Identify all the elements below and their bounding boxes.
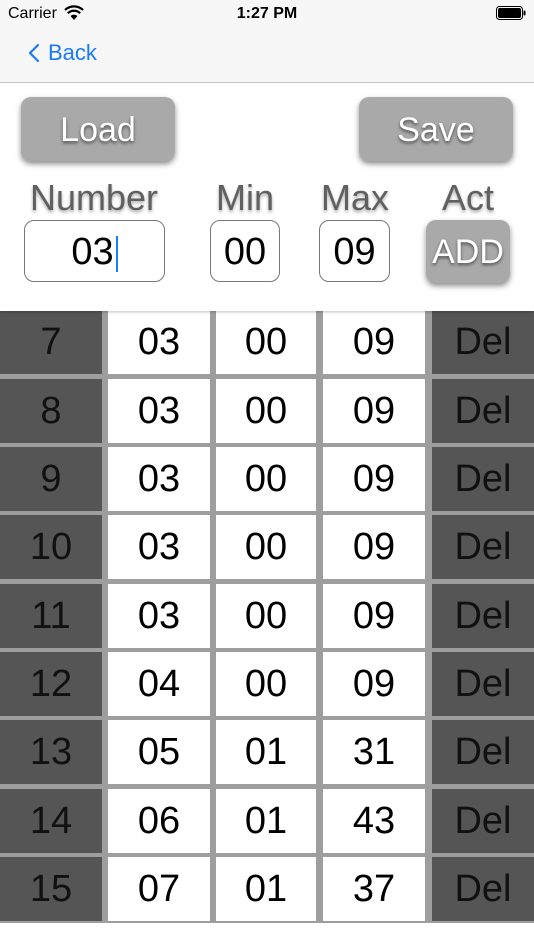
row-number-value: 06 (108, 788, 210, 853)
row-number-value: 03 (108, 378, 210, 443)
row-number-value: 03 (108, 583, 210, 648)
table-row: 8 03 00 09 Del (0, 376, 534, 445)
row-index: 9 (0, 446, 102, 511)
row-min-value: 00 (216, 378, 316, 443)
delete-button[interactable]: Del (432, 515, 534, 580)
row-number-value: 03 (108, 310, 210, 375)
row-index: 12 (0, 651, 102, 716)
row-index: 15 (0, 856, 102, 921)
back-label: Back (48, 40, 97, 65)
table-row: 9 03 00 09 Del (0, 444, 534, 514)
status-bar: Carrier 1:27 PM (0, 0, 534, 30)
table-row: 14 06 01 43 Del (0, 786, 534, 855)
number-input[interactable]: 03 (24, 220, 165, 282)
row-max-value: 09 (323, 310, 425, 375)
back-button[interactable]: Back (28, 40, 97, 66)
save-button[interactable]: Save (359, 97, 513, 161)
act-label: Act (441, 177, 494, 218)
number-label: Number (29, 177, 159, 218)
load-button[interactable]: Load (21, 97, 175, 161)
navigation-bar: Back (0, 30, 534, 83)
row-index: 13 (0, 720, 102, 785)
add-button[interactable]: ADD (426, 220, 510, 283)
chevron-left-icon (28, 43, 40, 63)
row-index: 8 (0, 378, 102, 443)
delete-button[interactable]: Del (432, 310, 534, 375)
row-number-value: 05 (108, 720, 210, 785)
row-min-value: 01 (216, 720, 316, 785)
battery-icon (496, 6, 526, 20)
delete-button[interactable]: Del (432, 788, 534, 853)
row-min-value: 00 (216, 583, 316, 648)
row-max-value: 31 (323, 720, 425, 785)
min-input[interactable]: 00 (210, 220, 280, 282)
row-max-value: 43 (323, 788, 425, 853)
row-max-value: 09 (323, 515, 425, 580)
row-max-value: 09 (323, 651, 425, 716)
delete-button[interactable]: Del (432, 583, 534, 648)
status-time: 1:27 PM (236, 5, 298, 22)
table-row: 12 04 00 09 Del (0, 649, 534, 719)
row-index: 7 (0, 310, 102, 375)
number-input-value: 03 (71, 231, 114, 273)
table-row: 7 03 00 09 Del (0, 308, 534, 377)
row-number-value: 03 (108, 515, 210, 580)
row-index: 14 (0, 788, 102, 853)
editor-panel: Load Save Number Min Max Act 03 00 09 AD… (0, 83, 534, 311)
table-row: 15 07 01 37 Del (0, 854, 534, 924)
max-label: Max (320, 177, 389, 218)
delete-button[interactable]: Del (432, 378, 534, 443)
text-cursor (115, 235, 118, 272)
table-row: 11 03 00 09 Del (0, 581, 534, 650)
row-max-value: 37 (323, 856, 425, 921)
row-max-value: 09 (323, 378, 425, 443)
min-label: Min (215, 177, 274, 218)
row-number-value: 07 (108, 856, 210, 921)
row-min-value: 00 (216, 446, 316, 511)
row-index: 11 (0, 583, 102, 648)
row-min-value: 00 (216, 515, 316, 580)
row-min-value: 00 (216, 651, 316, 716)
delete-button[interactable]: Del (432, 651, 534, 716)
row-number-value: 04 (108, 651, 210, 716)
row-min-value: 01 (216, 788, 316, 853)
row-min-value: 00 (216, 310, 316, 375)
entries-table: 6030009Del7030009Del8030009Del9030009Del… (0, 240, 534, 924)
row-max-value: 09 (323, 446, 425, 511)
max-input[interactable]: 09 (319, 220, 390, 282)
table-row: 10 03 00 09 Del (0, 513, 534, 582)
row-index: 10 (0, 515, 102, 580)
row-min-value: 01 (216, 856, 316, 921)
delete-button[interactable]: Del (432, 856, 534, 921)
row-number-value: 03 (108, 446, 210, 511)
delete-button[interactable]: Del (432, 720, 534, 785)
delete-button[interactable]: Del (432, 446, 534, 511)
table-row: 13 05 01 31 Del (0, 718, 534, 787)
row-max-value: 09 (323, 583, 425, 648)
